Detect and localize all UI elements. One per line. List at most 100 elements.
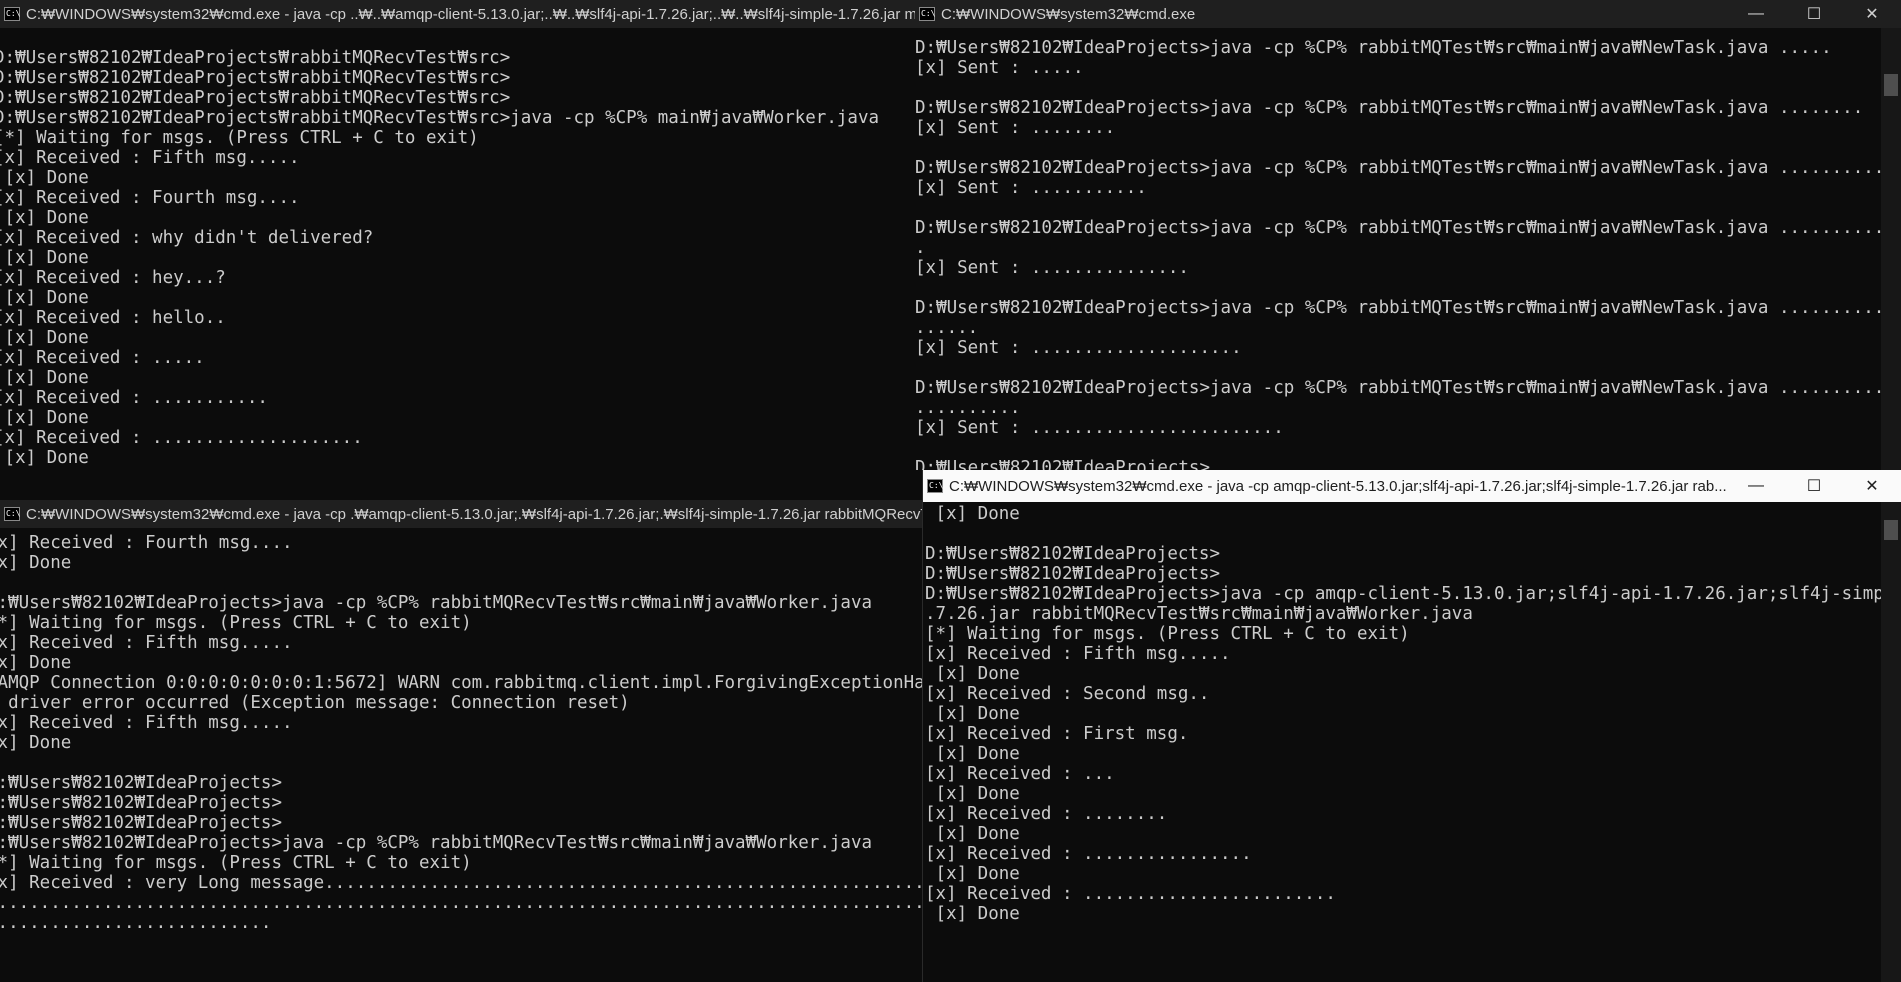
scrollbar-thumb[interactable]: [1884, 520, 1898, 540]
console-line: [x] Done: [925, 664, 1020, 684]
console-line: ..........: [915, 398, 1021, 418]
console-line: [AMQP Connection 0:0:0:0:0:0:0:1:5672] W…: [0, 673, 922, 693]
title-bar[interactable]: C:\ C:₩WINDOWS₩system32₩cmd.exe - java -…: [0, 500, 922, 528]
console-line: D:₩Users₩82102₩IdeaProjects>java -cp %CP…: [915, 158, 1881, 178]
console-line: [*] Waiting for msgs. (Press CTRL + C to…: [925, 624, 1410, 644]
console-line: D:₩Users₩82102₩IdeaProjects>: [925, 544, 1221, 564]
console-line: [x] Sent : ...........: [915, 178, 1147, 198]
window-title: C:₩WINDOWS₩system32₩cmd.exe: [941, 5, 1196, 23]
console-line: [x] Done: [925, 744, 1020, 764]
cmd-icon: C:\: [919, 7, 935, 21]
console-line: [x] Done: [0, 208, 89, 228]
console-line: [x] Done: [0, 368, 89, 388]
console-line: [x] Received : ........: [925, 804, 1168, 824]
console-line: [x] Received : ...........: [0, 388, 268, 408]
console-line: [x] Received : why didn't delivered?: [0, 228, 374, 248]
maximize-button[interactable]: ☐: [1785, 470, 1843, 502]
console-line: [x] Done: [925, 864, 1020, 884]
console-output[interactable]: [x] Received : Fourth msg....[x] DoneD:₩…: [0, 533, 922, 982]
console-line: [x] Done: [0, 168, 89, 188]
scrollbar-thumb[interactable]: [1884, 74, 1898, 96]
scrollbar[interactable]: [1881, 502, 1901, 982]
title-bar[interactable]: C:\ C:₩WINDOWS₩system32₩cmd.exe - java -…: [0, 0, 915, 28]
console-line: [x] Sent : ........: [915, 118, 1116, 138]
console-line: D:₩Users₩82102₩IdeaProjects>java -cp %CP…: [0, 593, 873, 613]
console-line: [x] Sent : ....................: [915, 338, 1242, 358]
maximize-button[interactable]: ☐: [1785, 0, 1843, 28]
console-line: [x] Received : First msg.: [925, 724, 1189, 744]
console-line: D:₩Users₩82102₩IdeaProjects>java -cp %CP…: [915, 38, 1832, 58]
console-line: D:₩Users₩82102₩IdeaProjects₩rabbitMQRecv…: [0, 68, 511, 88]
console-line: [x] Received : Fourth msg....: [0, 533, 293, 553]
console-line: D:₩Users₩82102₩IdeaProjects>java -cp amq…: [925, 584, 1881, 604]
scrollbar[interactable]: [1881, 28, 1901, 470]
console-line: [x] Received : very Long message........…: [0, 873, 922, 893]
console-line: [x] Received : ................: [925, 844, 1252, 864]
console-line: [x] Received : .....: [0, 348, 205, 368]
console-line: D:₩Users₩82102₩IdeaProjects>java -cp %CP…: [0, 833, 873, 853]
console-window-top-left[interactable]: C:\ C:₩WINDOWS₩system32₩cmd.exe - java -…: [0, 0, 915, 490]
window-title: C:₩WINDOWS₩system32₩cmd.exe - java -cp .…: [26, 505, 922, 523]
minimize-button[interactable]: —: [1727, 0, 1785, 28]
console-line: [x] Received : Fifth msg.....: [925, 644, 1231, 664]
console-line: [x] Done: [0, 408, 89, 428]
console-line: D:₩Users₩82102₩IdeaProjects>java -cp %CP…: [915, 218, 1881, 238]
console-line: D:₩Users₩82102₩IdeaProjects₩rabbitMQRecv…: [0, 88, 511, 108]
console-line: [x] Received : Fifth msg.....: [0, 148, 300, 168]
console-line: [x] Done: [925, 504, 1020, 524]
cmd-icon: C:\: [4, 507, 20, 521]
console-output[interactable]: D:₩Users₩82102₩IdeaProjects>java -cp %CP…: [915, 38, 1881, 470]
console-line: [x] Received : hello..: [0, 308, 226, 328]
console-line: .: [915, 238, 926, 258]
console-window-bottom-right[interactable]: C:\ C:₩WINDOWS₩system32₩cmd.exe - java -…: [922, 470, 1901, 982]
title-bar[interactable]: C:\ C:₩WINDOWS₩system32₩cmd.exe — ☐ ✕: [915, 0, 1901, 28]
console-line: [x] Received : Fifth msg.....: [0, 713, 293, 733]
console-output[interactable]: D:₩Users₩82102₩IdeaProjects₩rabbitMQRecv…: [0, 28, 915, 490]
console-line: [x] Done: [925, 784, 1020, 804]
console-line: [x] Received : ........................: [925, 884, 1336, 904]
console-line: [*] Waiting for msgs. (Press CTRL + C to…: [0, 853, 472, 873]
console-line: D:₩Users₩82102₩IdeaProjects>java -cp %CP…: [915, 298, 1881, 318]
console-line: [x] Received : Second msg..: [925, 684, 1210, 704]
console-line: [x] Received : Fifth msg.....: [0, 633, 293, 653]
console-line: ...........................: [0, 913, 272, 933]
console-line: D:₩Users₩82102₩IdeaProjects>: [915, 458, 1211, 470]
console-output[interactable]: [x] Done D:₩Users₩82102₩IdeaProjects> D:₩U…: [925, 504, 1881, 982]
console-line: [x] Done: [925, 704, 1020, 724]
minimize-button[interactable]: —: [1727, 470, 1785, 502]
console-line: D:₩Users₩82102₩IdeaProjects>: [0, 773, 283, 793]
console-line: D:₩Users₩82102₩IdeaProjects>: [0, 813, 283, 833]
console-line: [x] Sent : .....: [915, 58, 1084, 78]
title-bar[interactable]: C:\ C:₩WINDOWS₩system32₩cmd.exe - java -…: [923, 470, 1901, 502]
console-line: D:₩Users₩82102₩IdeaProjects>: [925, 564, 1221, 584]
close-button[interactable]: ✕: [1843, 0, 1901, 28]
console-line: [x] Sent : ...............: [915, 258, 1189, 278]
cmd-icon: C:\: [927, 479, 943, 493]
console-line: [x] Done: [0, 248, 89, 268]
console-line: [x] Done: [0, 448, 89, 468]
console-window-top-right[interactable]: C:\ C:₩WINDOWS₩system32₩cmd.exe — ☐ ✕ D:…: [915, 0, 1901, 470]
console-line: [*] Waiting for msgs. (Press CTRL + C to…: [0, 613, 472, 633]
console-line: ........................................…: [0, 893, 922, 913]
window-title: C:₩WINDOWS₩system32₩cmd.exe - java -cp .…: [26, 5, 915, 23]
console-line: [x] Sent : ........................: [915, 418, 1284, 438]
console-line: [x] Received : ....................: [0, 428, 363, 448]
console-window-bottom-left[interactable]: C:\ C:₩WINDOWS₩system32₩cmd.exe - java -…: [0, 500, 922, 982]
console-line: [x] Received : hey...?: [0, 268, 226, 288]
console-line: [x] Done: [0, 288, 89, 308]
close-button[interactable]: ✕: [1843, 470, 1901, 502]
console-line: D:₩Users₩82102₩IdeaProjects₩rabbitMQRecv…: [0, 108, 880, 128]
console-line: .7.26.jar rabbitMQRecvTest₩src₩main₩java…: [925, 604, 1473, 624]
console-line: D:₩Users₩82102₩IdeaProjects>: [0, 793, 283, 813]
console-line: D:₩Users₩82102₩IdeaProjects₩rabbitMQRecv…: [0, 48, 511, 68]
cmd-icon: C:\: [4, 7, 20, 21]
